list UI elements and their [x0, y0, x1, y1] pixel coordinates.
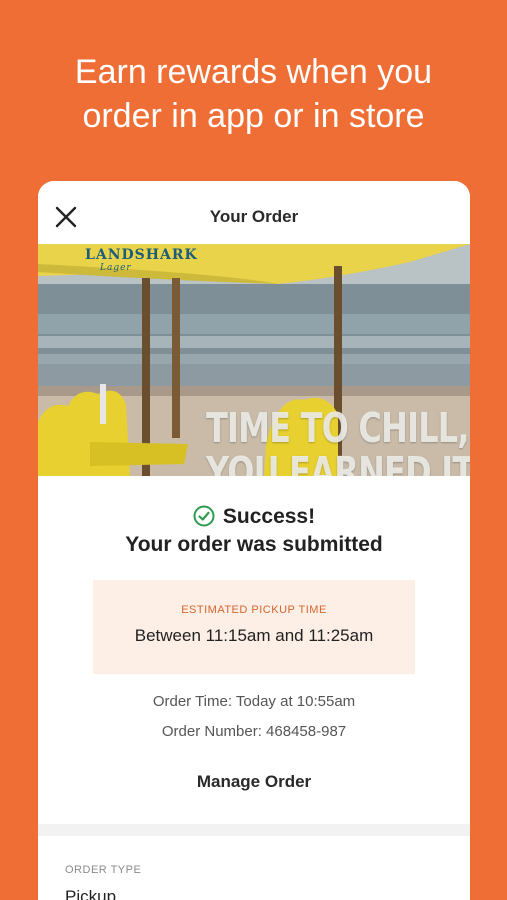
pickup-time-box: ESTIMATED PICKUP TIME Between 11:15am an…: [93, 580, 415, 674]
page-title: Your Order: [209, 207, 299, 226]
manage-order-button[interactable]: Manage Order: [38, 772, 470, 792]
landshark-logo-sub: Lager: [100, 263, 132, 273]
success-heading: Success!: [38, 505, 470, 533]
order-confirmation-card: Your Order LANDSHARK Lager TIME TO CHILL…: [38, 181, 470, 900]
order-time: Order Time: Today at 10:55am: [152, 693, 356, 710]
banner-slogan-line-1: TIME TO CHILL,: [206, 404, 470, 452]
top-bar: Your Order: [38, 181, 470, 244]
order-type-label: ORDER TYPE: [65, 864, 142, 876]
success-title: Success!: [222, 505, 316, 528]
promo-headline: Earn rewards when you order in app or in…: [0, 50, 507, 138]
order-type-value: Pickup: [65, 887, 117, 900]
submitted-message: Your order was submitted: [125, 533, 383, 556]
banner-slogan-line-2: YOU EARNED IT!: [206, 448, 470, 476]
banner-slogan: TIME TO CHILL, YOU EARNED IT!: [206, 406, 470, 476]
promo-headline-line-2: order in app or in store: [82, 97, 425, 135]
order-number: Order Number: 468458-987: [161, 723, 347, 740]
promo-banner-image: LANDSHARK Lager TIME TO CHILL, YOU EARNE…: [38, 244, 470, 476]
pickup-time-window: Between 11:15am and 11:25am: [134, 626, 374, 645]
section-divider: [38, 824, 470, 836]
check-circle-icon: [193, 505, 215, 533]
pickup-time-label: ESTIMATED PICKUP TIME: [181, 604, 327, 616]
promo-headline-line-1: Earn rewards when you: [74, 53, 433, 91]
landshark-logo: LANDSHARK: [85, 247, 198, 263]
